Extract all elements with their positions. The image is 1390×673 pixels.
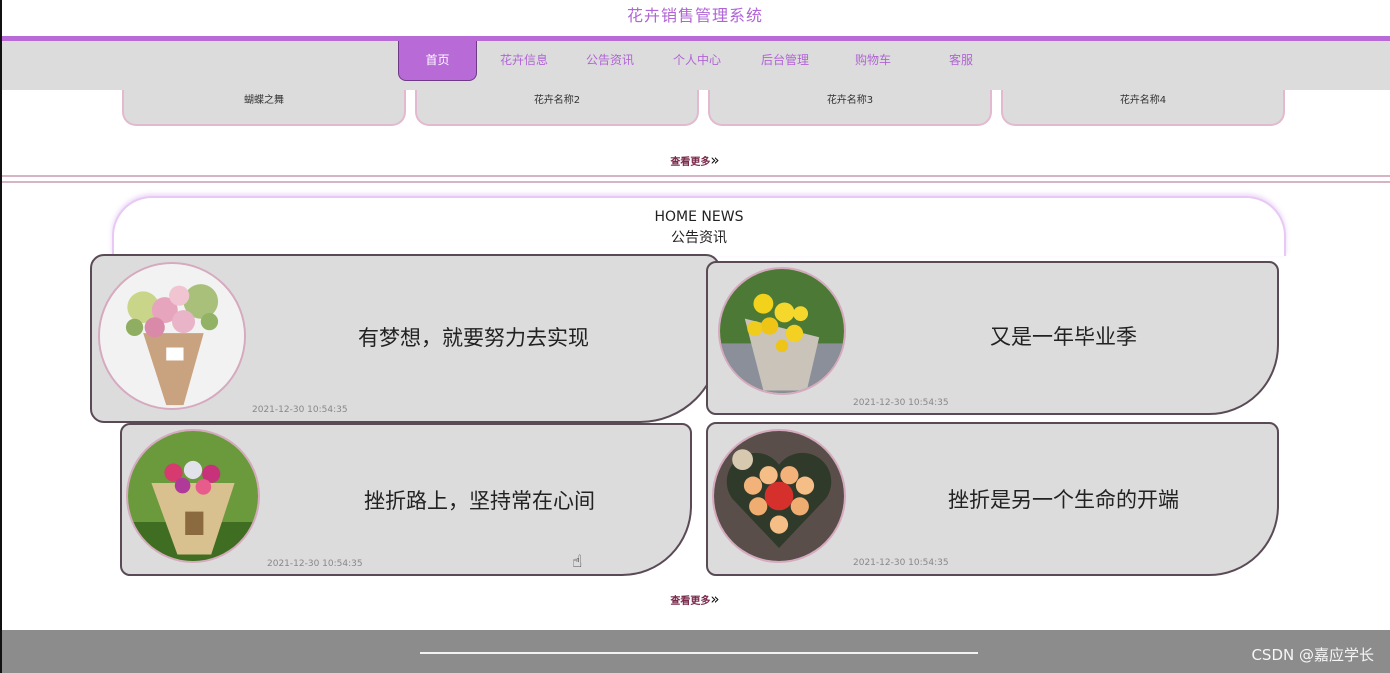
section-divider <box>2 175 1390 177</box>
more-link-label: 查看更多 <box>670 596 711 607</box>
news-section-header: HOME NEWS 公告资讯 <box>112 196 1286 256</box>
news-title: 有梦想，就要努力去实现 <box>358 326 589 350</box>
rose-bouquet-photo <box>126 429 260 563</box>
section-divider <box>2 181 1390 183</box>
nav-item-customer-service[interactable]: 客服 <box>923 41 999 81</box>
flower-name: 花卉名称3 <box>826 95 874 106</box>
news-header-en: HOME NEWS <box>654 209 744 225</box>
news-date: 2021-12-30 10:54:35 <box>267 559 363 569</box>
news-date: 2021-12-30 10:54:35 <box>252 405 348 415</box>
flower-card[interactable]: 花卉名称2 <box>415 90 699 126</box>
nav-item-admin[interactable]: 后台管理 <box>747 41 823 81</box>
news-header-cn: 公告资讯 <box>671 230 727 246</box>
footer: CSDN @嘉应学长 <box>2 630 1390 673</box>
flower-card[interactable]: 花卉名称3 <box>708 90 992 126</box>
double-chevron-right-icon: » <box>710 151 720 169</box>
watermark-text: CSDN @嘉应学长 <box>1251 646 1374 664</box>
news-date: 2021-12-30 10:54:35 <box>853 558 949 568</box>
news-date: 2021-12-30 10:54:35 <box>853 398 949 408</box>
flower-name: 花卉名称4 <box>1119 95 1167 106</box>
flower-card[interactable]: 花卉名称4 <box>1001 90 1285 126</box>
news-card[interactable]: 又是一年毕业季 2021-12-30 10:54:35 <box>706 261 1279 415</box>
nav-item-cart[interactable]: 购物车 <box>835 41 911 81</box>
news-title: 挫折路上，坚持常在心间 <box>364 489 595 513</box>
window-left-edge <box>0 0 2 673</box>
news-card[interactable]: 有梦想，就要努力去实现 2021-12-30 10:54:35 <box>90 254 720 423</box>
nav-item-home[interactable]: 首页 <box>398 41 477 81</box>
more-link-label: 查看更多 <box>670 157 711 168</box>
main-nav: 首页 花卉信息 公告资讯 个人中心 后台管理 购物车 客服 <box>2 41 1390 90</box>
news-more-link[interactable]: 查看更多» <box>0 590 1390 608</box>
news-title: 挫折是另一个生命的开端 <box>948 488 1179 512</box>
flower-card[interactable]: 蝴蝶之舞 <box>122 90 406 126</box>
nav-item-personal-center[interactable]: 个人中心 <box>659 41 735 81</box>
pink-bouquet-photo <box>98 262 246 410</box>
site-title: 花卉销售管理系统 <box>626 6 763 25</box>
double-chevron-right-icon: » <box>710 590 720 608</box>
flower-name: 蝴蝶之舞 <box>244 95 284 106</box>
news-card[interactable]: 挫折是另一个生命的开端 2021-12-30 10:54:35 <box>706 422 1279 576</box>
flower-name: 花卉名称2 <box>533 95 581 106</box>
heart-rose-box-photo <box>712 429 846 563</box>
nav-item-flower-info[interactable]: 花卉信息 <box>486 41 562 81</box>
news-card[interactable]: 挫折路上，坚持常在心间 2021-12-30 10:54:35 <box>120 423 692 576</box>
footer-divider <box>420 652 978 654</box>
news-title: 又是一年毕业季 <box>990 325 1137 349</box>
flowers-more-link[interactable]: 查看更多» <box>0 151 1390 169</box>
hand-cursor-icon: ☝ <box>572 552 583 572</box>
nav-item-announcements[interactable]: 公告资讯 <box>572 41 648 81</box>
sunflower-bouquet-photo <box>718 267 846 395</box>
